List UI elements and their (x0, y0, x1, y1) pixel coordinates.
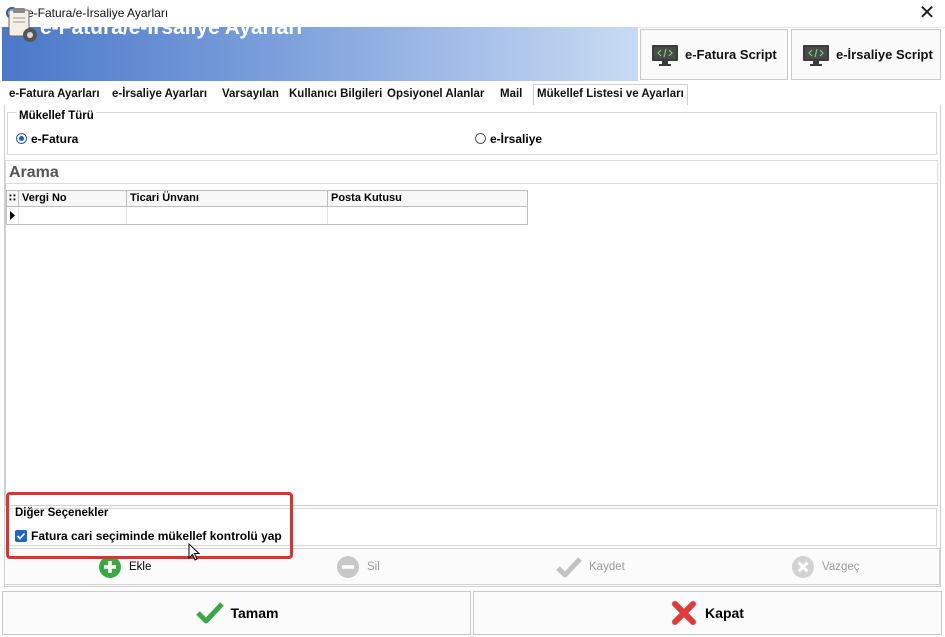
eirsaliye-script-button[interactable]: e-İrsaliye Script (791, 29, 941, 80)
grid-cell-ticari-unvani[interactable] (127, 207, 328, 224)
eirsaliye-script-label: e-İrsaliye Script (836, 47, 933, 62)
tab-eirsaliye-ayarlari[interactable]: e-İrsaliye Ayarları (109, 85, 210, 104)
sil-button[interactable]: Sil (336, 553, 380, 581)
page-title: e-Fatura/e-İrsaliye Ayarları (40, 16, 303, 39)
tamam-button[interactable]: Tamam (2, 591, 471, 635)
radio-efatura-label[interactable]: e-Fatura (31, 132, 78, 146)
efatura-script-label: e-Fatura Script (685, 47, 777, 62)
arama-title: Arama (9, 164, 59, 181)
row-pointer-icon (10, 211, 15, 220)
tab-mukellef-listesi[interactable]: Mükellef Listesi ve Ayarları (533, 84, 688, 106)
grid-cell-posta-kutusu[interactable] (328, 207, 527, 224)
grid-header-vergi-no[interactable]: Vergi No (19, 191, 127, 207)
kaydet-button[interactable]: Kaydet (555, 553, 625, 581)
mukellef-grid[interactable]: ∷ Vergi No Ticari Ünvanı Posta Kutusu (6, 190, 528, 225)
tab-efatura-ayarlari[interactable]: e-Fatura Ayarları (6, 85, 103, 104)
remove-icon (337, 556, 359, 578)
vazgec-button[interactable]: Vazgeç (791, 553, 860, 581)
mukellef-turu-label: Mükellef Türü (17, 110, 96, 122)
settings-document-icon (8, 8, 37, 42)
tab-opsiyonel-alanlar[interactable]: Opsiyonel Alanlar (384, 85, 487, 104)
grid-header-posta-kutusu[interactable]: Posta Kutusu (328, 191, 527, 207)
kapat-button[interactable]: Kapat (473, 591, 942, 635)
grid-header-ticari-unvani[interactable]: Ticari Ünvanı (127, 191, 328, 207)
tab-varsayilan[interactable]: Varsayılan (219, 85, 282, 104)
grid-row-indicator (7, 207, 19, 224)
checkmark-icon (556, 557, 582, 578)
ekle-label: Ekle (129, 561, 152, 573)
highlight-box (6, 492, 293, 559)
cancel-icon (792, 556, 814, 578)
sil-label: Sil (367, 561, 380, 573)
grid-area (5, 184, 938, 506)
vazgec-label: Vazgeç (822, 561, 860, 573)
tab-mail[interactable]: Mail (497, 85, 525, 104)
tab-kullanici-bilgileri[interactable]: Kullanıcı Bilgileri (286, 85, 385, 104)
code-monitor-icon (652, 44, 678, 66)
efatura-script-button[interactable]: e-Fatura Script (640, 29, 788, 80)
mukellef-turu-group (7, 112, 937, 155)
radio-eirsaliye-label[interactable]: e-İrsaliye (490, 132, 542, 146)
checkmark-icon (195, 602, 224, 624)
close-x-icon (672, 601, 697, 625)
code-monitor-icon (803, 44, 829, 66)
radio-efatura[interactable] (16, 133, 27, 144)
kapat-label: Kapat (705, 605, 744, 621)
mouse-cursor-icon (188, 543, 201, 561)
grid-cell-vergi-no[interactable] (19, 207, 127, 224)
close-icon[interactable]: ✕ (912, 2, 942, 24)
grid-column-chooser-icon[interactable]: ∷ (7, 191, 19, 207)
arama-header (5, 160, 938, 184)
tamam-label: Tamam (230, 605, 279, 621)
kaydet-label: Kaydet (589, 561, 625, 573)
radio-eirsaliye[interactable] (475, 133, 486, 144)
tab-bar: e-Fatura Ayarları e-İrsaliye Ayarları Va… (4, 84, 941, 106)
